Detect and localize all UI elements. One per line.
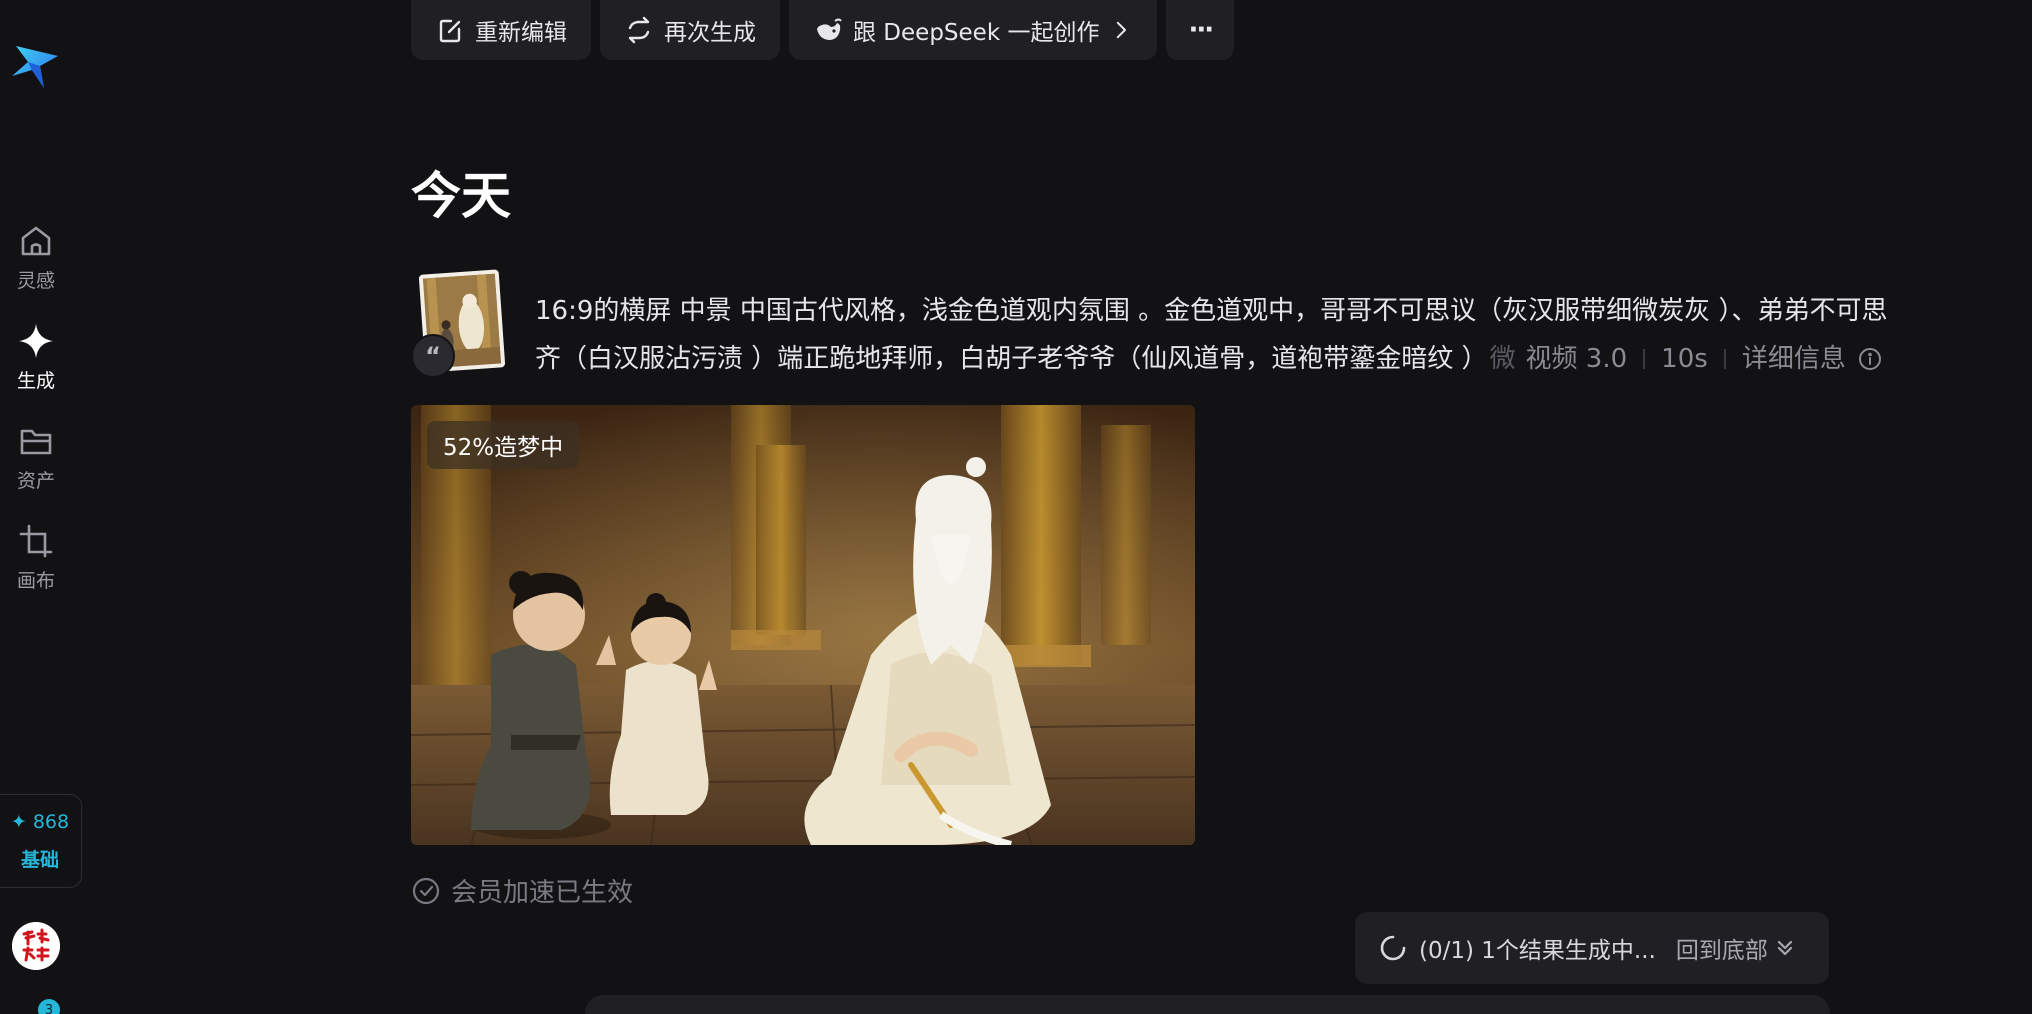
- accel-label: 会员加速已生效: [451, 878, 634, 908]
- model-label: 视频 3.0: [1525, 344, 1628, 374]
- duration-label: 10s: [1661, 344, 1708, 374]
- check-circle-icon: [412, 877, 440, 904]
- prompt-line-2-fade: 微: [1489, 344, 1516, 374]
- generated-result[interactable]: 52%造梦中: [411, 405, 1195, 845]
- avatar[interactable]: [12, 922, 60, 970]
- more-icon: ···: [1188, 15, 1214, 45]
- reedit-label: 重新编辑: [475, 20, 567, 46]
- meta-divider: [1643, 349, 1646, 369]
- more-options-button[interactable]: ···: [1166, 0, 1235, 60]
- deepseek-whale-icon: [817, 18, 842, 40]
- back-to-bottom-label: 回到底部: [1675, 938, 1768, 964]
- credits-panel[interactable]: ✦ 868 基础: [0, 794, 82, 888]
- sidebar-item-label: 画布: [16, 570, 55, 592]
- generation-status-pill: (0/1) 1个结果生成中... 回到底部: [1355, 912, 1829, 984]
- sidebar-item-assets[interactable]: 资产: [0, 422, 72, 502]
- refresh-icon: [628, 16, 650, 44]
- sidebar-item-canvas[interactable]: 画布: [0, 522, 72, 602]
- reference-thumbnail[interactable]: “: [411, 269, 511, 382]
- date-heading: 今天: [411, 166, 511, 225]
- sidebar: 灵感 生成 资产 画布 ✦ 868 基础 3: [0, 0, 82, 1014]
- prompt-line-1: 16:9的横屏 中景 中国古代风格，浅金色道观内氛围 。金色道观中，哥哥不可思议…: [535, 296, 1888, 326]
- result-preview-image: [411, 405, 1195, 845]
- deepseek-create-button[interactable]: 跟 DeepSeek 一起创作: [789, 0, 1158, 60]
- generation-status-text: (0/1) 1个结果生成中...: [1419, 938, 1656, 964]
- app-logo[interactable]: [10, 36, 62, 92]
- chevron-right-icon: [1117, 21, 1127, 39]
- sparkle-icon: [19, 324, 53, 358]
- canvas-icon: [19, 524, 53, 558]
- double-chevron-down-icon: [1777, 940, 1792, 956]
- result-toolbar: 重新编辑 再次生成 跟 DeepSeek 一起创作 ···: [411, 0, 1235, 60]
- folder-icon: [20, 429, 52, 455]
- sidebar-item-label: 资产: [16, 470, 55, 492]
- app-root: 灵感 生成 资产 画布 ✦ 868 基础 3 重新编辑 再次生成 跟 DeepS…: [0, 0, 2032, 1014]
- regenerate-button[interactable]: 再次生成: [600, 0, 780, 60]
- notification-badge: 3: [38, 999, 60, 1014]
- quote-icon: “: [411, 334, 455, 378]
- regenerate-label: 再次生成: [664, 20, 756, 46]
- generation-meta: 视频 3.0 10s 详细信息: [1526, 335, 1882, 383]
- generation-progress-badge: 52%造梦中: [427, 421, 580, 469]
- loading-spinner-icon: [1380, 935, 1406, 961]
- sidebar-item-label: 灵感: [16, 270, 55, 292]
- edit-icon: [439, 19, 461, 43]
- meta-divider: [1723, 349, 1726, 369]
- prompt-input-panel[interactable]: [585, 995, 1830, 1014]
- reedit-button[interactable]: 重新编辑: [411, 0, 591, 60]
- member-accel-status: 会员加速已生效: [411, 872, 633, 909]
- membership-tier: 基础: [20, 848, 59, 871]
- credits-amount: ✦ 868: [10, 810, 70, 833]
- prompt-line-2-text: 齐（白汉服沾污渍 ）端正跪地拜师，白胡子老爷爷（仙风道骨，道袍带鎏金暗纹 ）: [535, 344, 1488, 374]
- home-icon: [21, 226, 51, 256]
- back-to-bottom-button[interactable]: 回到底部: [1676, 931, 1796, 965]
- deepseek-label: 跟 DeepSeek 一起创作: [853, 20, 1100, 46]
- sidebar-item-inspiration[interactable]: 灵感: [0, 222, 72, 302]
- sidebar-item-label: 生成: [16, 370, 55, 392]
- sidebar-item-generate[interactable]: 生成: [0, 322, 72, 402]
- prompt-text: 16:9的横屏 中景 中国古代风格，浅金色道观内氛围 。金色道观中，哥哥不可思议…: [535, 287, 1995, 383]
- info-icon[interactable]: [1858, 347, 1882, 371]
- prompt-line-2: 齐（白汉服沾污渍 ）端正跪地拜师，白胡子老爷爷（仙风道骨，道袍带鎏金暗纹 ） 微…: [535, 335, 1995, 383]
- details-link[interactable]: 详细信息: [1742, 335, 1846, 383]
